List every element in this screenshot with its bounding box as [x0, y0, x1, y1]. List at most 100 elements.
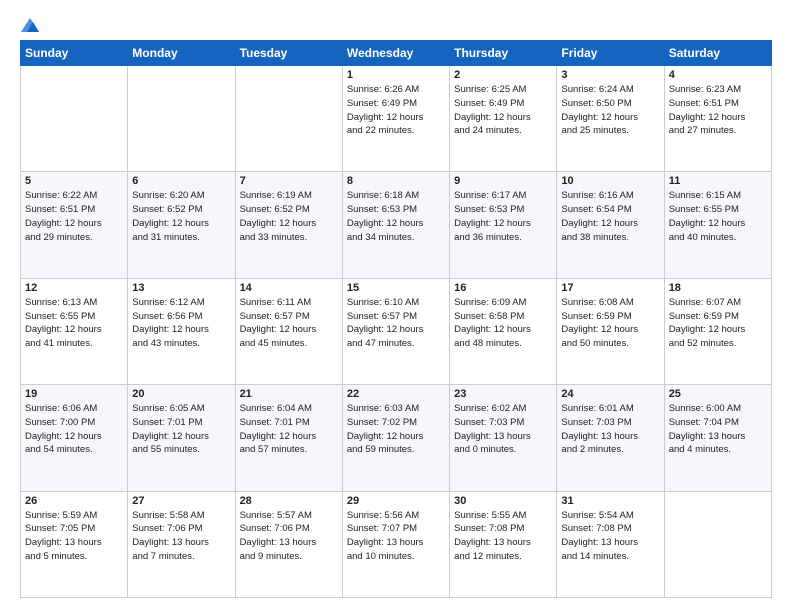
cell-day-number: 17	[561, 282, 659, 294]
cell-info: Sunrise: 5:55 AM Sunset: 7:08 PM Dayligh…	[454, 509, 552, 564]
calendar-cell: 16Sunrise: 6:09 AM Sunset: 6:58 PM Dayli…	[450, 278, 557, 384]
cell-day-number: 29	[347, 495, 445, 507]
calendar-row-2: 12 Sunrise: 6:13 AM Sunset: 6:55 PM Dayli…	[21, 278, 772, 384]
calendar-header: SundayMondayTuesdayWednesdayThursdayFrid…	[21, 41, 772, 66]
calendar-cell: 7 Sunrise: 6:19 AM Sunset: 6:52 PM Daylig…	[235, 172, 342, 278]
cell-day-number: 30	[454, 495, 552, 507]
calendar-cell	[21, 66, 128, 172]
header-cell-thursday: Thursday	[450, 41, 557, 66]
cell-day-number: 27	[132, 495, 230, 507]
cell-day-number: 7	[240, 175, 338, 187]
cell-day-number: 18	[669, 282, 767, 294]
cell-day-number: 3	[561, 69, 659, 81]
cell-day-number: 9	[454, 175, 552, 187]
cell-info: Sunrise: 6:08 AM Sunset: 6:59 PM Dayligh…	[561, 296, 659, 351]
cell-day-number: 25	[669, 388, 767, 400]
page: SundayMondayTuesdayWednesdayThursdayFrid…	[0, 0, 792, 612]
calendar-cell: 8 Sunrise: 6:18 AM Sunset: 6:53 PM Daylig…	[342, 172, 449, 278]
calendar-cell: 27 Sunrise: 5:58 AM Sunset: 7:06 PM Dayli…	[128, 491, 235, 597]
cell-day-number: 16	[454, 282, 552, 294]
cell-info: Sunrise: 6:00 AM Sunset: 7:04 PM Dayligh…	[669, 402, 767, 457]
cell-info: Sunrise: 6:03 AM Sunset: 7:02 PM Dayligh…	[347, 402, 445, 457]
cell-info: Sunrise: 6:23 AM Sunset: 6:51 PM Dayligh…	[669, 83, 767, 138]
cell-info: Sunrise: 5:56 AM Sunset: 7:07 PM Dayligh…	[347, 509, 445, 564]
cell-info: Sunrise: 6:02 AM Sunset: 7:03 PM Dayligh…	[454, 402, 552, 457]
calendar-cell: 10Sunrise: 6:16 AM Sunset: 6:54 PM Dayli…	[557, 172, 664, 278]
cell-day-number: 22	[347, 388, 445, 400]
calendar-cell: 29 Sunrise: 5:56 AM Sunset: 7:07 PM Dayli…	[342, 491, 449, 597]
calendar-cell: 24 Sunrise: 6:01 AM Sunset: 7:03 PM Dayli…	[557, 385, 664, 491]
cell-info: Sunrise: 6:18 AM Sunset: 6:53 PM Dayligh…	[347, 189, 445, 244]
cell-day-number: 5	[25, 175, 123, 187]
cell-info: Sunrise: 6:20 AM Sunset: 6:52 PM Dayligh…	[132, 189, 230, 244]
calendar-cell: 17 Sunrise: 6:08 AM Sunset: 6:59 PM Dayli…	[557, 278, 664, 384]
calendar-cell: 28 Sunrise: 5:57 AM Sunset: 7:06 PM Dayli…	[235, 491, 342, 597]
cell-day-number: 8	[347, 175, 445, 187]
calendar-cell: 30 Sunrise: 5:55 AM Sunset: 7:08 PM Dayli…	[450, 491, 557, 597]
cell-info: Sunrise: 5:58 AM Sunset: 7:06 PM Dayligh…	[132, 509, 230, 564]
cell-info: Sunrise: 6:25 AM Sunset: 6:49 PM Dayligh…	[454, 83, 552, 138]
calendar-row-0: 1 Sunrise: 6:26 AM Sunset: 6:49 PM Daylig…	[21, 66, 772, 172]
calendar-cell: 18 Sunrise: 6:07 AM Sunset: 6:59 PM Dayli…	[664, 278, 771, 384]
cell-info: Sunrise: 6:13 AM Sunset: 6:55 PM Dayligh…	[25, 296, 123, 351]
calendar-body: 1 Sunrise: 6:26 AM Sunset: 6:49 PM Daylig…	[21, 66, 772, 598]
cell-info: Sunrise: 6:07 AM Sunset: 6:59 PM Dayligh…	[669, 296, 767, 351]
cell-day-number: 14	[240, 282, 338, 294]
calendar-row-1: 5 Sunrise: 6:22 AM Sunset: 6:51 PM Daylig…	[21, 172, 772, 278]
cell-day-number: 28	[240, 495, 338, 507]
cell-day-number: 12	[25, 282, 123, 294]
calendar-cell	[128, 66, 235, 172]
cell-day-number: 15	[347, 282, 445, 294]
cell-day-number: 20	[132, 388, 230, 400]
cell-day-number: 23	[454, 388, 552, 400]
cell-info: Sunrise: 6:26 AM Sunset: 6:49 PM Dayligh…	[347, 83, 445, 138]
calendar-cell: 19 Sunrise: 6:06 AM Sunset: 7:00 PM Dayli…	[21, 385, 128, 491]
cell-info: Sunrise: 6:12 AM Sunset: 6:56 PM Dayligh…	[132, 296, 230, 351]
cell-info: Sunrise: 6:24 AM Sunset: 6:50 PM Dayligh…	[561, 83, 659, 138]
calendar-cell: 12 Sunrise: 6:13 AM Sunset: 6:55 PM Dayli…	[21, 278, 128, 384]
header-cell-monday: Monday	[128, 41, 235, 66]
cell-day-number: 21	[240, 388, 338, 400]
cell-day-number: 19	[25, 388, 123, 400]
calendar-cell: 4 Sunrise: 6:23 AM Sunset: 6:51 PM Daylig…	[664, 66, 771, 172]
cell-info: Sunrise: 6:10 AM Sunset: 6:57 PM Dayligh…	[347, 296, 445, 351]
cell-info: Sunrise: 5:57 AM Sunset: 7:06 PM Dayligh…	[240, 509, 338, 564]
cell-day-number: 1	[347, 69, 445, 81]
calendar-cell: 21 Sunrise: 6:04 AM Sunset: 7:01 PM Dayli…	[235, 385, 342, 491]
cell-info: Sunrise: 6:22 AM Sunset: 6:51 PM Dayligh…	[25, 189, 123, 244]
cell-info: Sunrise: 6:06 AM Sunset: 7:00 PM Dayligh…	[25, 402, 123, 457]
calendar-cell: 31Sunrise: 5:54 AM Sunset: 7:08 PM Dayli…	[557, 491, 664, 597]
cell-day-number: 11	[669, 175, 767, 187]
cell-info: Sunrise: 6:19 AM Sunset: 6:52 PM Dayligh…	[240, 189, 338, 244]
calendar-cell: 3 Sunrise: 6:24 AM Sunset: 6:50 PM Daylig…	[557, 66, 664, 172]
calendar-row-3: 19 Sunrise: 6:06 AM Sunset: 7:00 PM Dayli…	[21, 385, 772, 491]
calendar-cell: 11 Sunrise: 6:15 AM Sunset: 6:55 PM Dayli…	[664, 172, 771, 278]
logo-text	[20, 18, 40, 32]
calendar-cell: 2 Sunrise: 6:25 AM Sunset: 6:49 PM Daylig…	[450, 66, 557, 172]
calendar-cell: 1 Sunrise: 6:26 AM Sunset: 6:49 PM Daylig…	[342, 66, 449, 172]
header-cell-wednesday: Wednesday	[342, 41, 449, 66]
cell-day-number: 24	[561, 388, 659, 400]
cell-info: Sunrise: 6:04 AM Sunset: 7:01 PM Dayligh…	[240, 402, 338, 457]
calendar-cell	[235, 66, 342, 172]
header-row: SundayMondayTuesdayWednesdayThursdayFrid…	[21, 41, 772, 66]
calendar-cell: 25 Sunrise: 6:00 AM Sunset: 7:04 PM Dayli…	[664, 385, 771, 491]
calendar-cell: 14Sunrise: 6:11 AM Sunset: 6:57 PM Dayli…	[235, 278, 342, 384]
cell-info: Sunrise: 6:01 AM Sunset: 7:03 PM Dayligh…	[561, 402, 659, 457]
cell-day-number: 4	[669, 69, 767, 81]
calendar-row-4: 26Sunrise: 5:59 AM Sunset: 7:05 PM Dayli…	[21, 491, 772, 597]
calendar-cell: 6 Sunrise: 6:20 AM Sunset: 6:52 PM Daylig…	[128, 172, 235, 278]
header-cell-sunday: Sunday	[21, 41, 128, 66]
calendar-cell: 26Sunrise: 5:59 AM Sunset: 7:05 PM Dayli…	[21, 491, 128, 597]
logo	[20, 18, 40, 32]
calendar-cell: 13 Sunrise: 6:12 AM Sunset: 6:56 PM Dayli…	[128, 278, 235, 384]
calendar-cell: 15 Sunrise: 6:10 AM Sunset: 6:57 PM Dayli…	[342, 278, 449, 384]
calendar-table: SundayMondayTuesdayWednesdayThursdayFrid…	[20, 40, 772, 598]
cell-day-number: 2	[454, 69, 552, 81]
cell-info: Sunrise: 6:15 AM Sunset: 6:55 PM Dayligh…	[669, 189, 767, 244]
calendar-cell: 20Sunrise: 6:05 AM Sunset: 7:01 PM Dayli…	[128, 385, 235, 491]
cell-day-number: 13	[132, 282, 230, 294]
calendar-cell: 23 Sunrise: 6:02 AM Sunset: 7:03 PM Dayli…	[450, 385, 557, 491]
cell-day-number: 26	[25, 495, 123, 507]
cell-day-number: 6	[132, 175, 230, 187]
